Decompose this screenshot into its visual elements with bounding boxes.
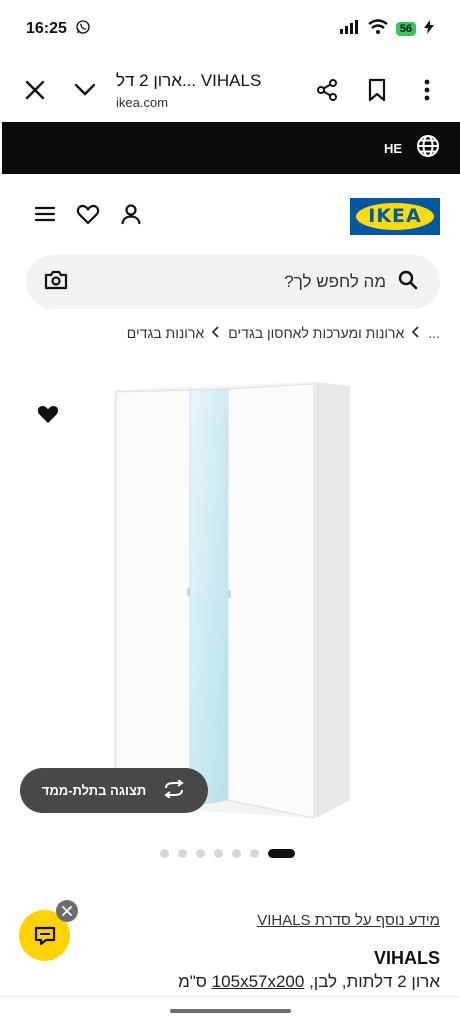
status-left: 16:25 <box>26 19 91 40</box>
wifi-icon <box>368 18 388 40</box>
status-bar: 16:25 56 <box>0 0 460 58</box>
search-icon <box>398 270 418 295</box>
chevron-left-icon <box>412 325 420 341</box>
status-right: 56 <box>339 18 434 40</box>
carousel-dot[interactable] <box>160 848 169 858</box>
left-door <box>115 389 191 807</box>
product-size-link[interactable]: 105x57x200 <box>212 972 305 991</box>
close-icon <box>25 80 45 100</box>
search-field[interactable]: מה לחפש לך? <box>284 270 418 295</box>
globe-icon[interactable] <box>416 134 440 163</box>
whatsapp-icon <box>75 19 91 40</box>
page-title: ארון 2 דל... VIHALS <box>116 70 262 90</box>
url-block[interactable]: ארון 2 דל... VIHALS ikea.com <box>110 71 302 110</box>
right-handle <box>228 590 231 598</box>
divider <box>0 996 460 997</box>
close-tab-button[interactable] <box>10 65 60 115</box>
view-3d-button[interactable]: תצוגה בתלת-ממד <box>20 768 208 813</box>
heart-filled-icon <box>37 406 59 423</box>
ikea-logo[interactable]: IKEA <box>350 197 440 235</box>
breadcrumb-item-storage[interactable]: ארונות ומערכות לאחסון בגדים <box>228 325 404 341</box>
carousel-dot-active[interactable] <box>268 848 295 858</box>
breadcrumb-item-wardrobes[interactable]: ארונות בגדים <box>127 325 204 341</box>
site-header: IKEA <box>0 190 460 242</box>
search-placeholder: מה לחפש לך? <box>284 272 386 291</box>
wardrobe-side <box>316 382 350 818</box>
url-host: ikea.com <box>116 94 169 110</box>
carousel-dot[interactable] <box>232 848 241 858</box>
carousel-dots <box>160 846 295 860</box>
home-indicator[interactable] <box>170 1009 291 1013</box>
chat-close-button[interactable] <box>56 900 78 922</box>
product-description: ארון 2 דלתות, לבן, 105x57x200 ס"מ <box>178 972 440 992</box>
chevron-left-icon <box>211 325 220 341</box>
header-icons <box>34 203 142 230</box>
carousel-dot[interactable] <box>250 848 259 858</box>
product-description-prefix: ארון 2 דלתות, לבן, <box>309 972 440 991</box>
bookmark-button[interactable] <box>352 65 402 115</box>
left-handle <box>187 588 190 596</box>
language-strip: HE <box>2 122 460 174</box>
favorites-button[interactable] <box>76 203 100 230</box>
carousel-dot[interactable] <box>178 848 187 858</box>
share-button[interactable] <box>302 65 352 115</box>
view-3d-label: תצוגה בתלת-ממד <box>41 783 147 798</box>
series-info-link[interactable]: מידע נוסף על סדרת VIHALS <box>257 912 440 929</box>
menu-button[interactable] <box>34 205 56 228</box>
status-time: 16:25 <box>26 20 67 37</box>
carousel-dot[interactable] <box>214 848 223 858</box>
account-button[interactable] <box>120 203 142 230</box>
search-input[interactable]: מה לחפש לך? <box>26 255 440 309</box>
browser-toolbar: ארון 2 דל... VIHALS ikea.com <box>0 58 460 122</box>
add-to-favorites-button[interactable] <box>36 403 60 427</box>
camera-search-button[interactable] <box>44 269 68 296</box>
rotate-3d-icon <box>162 779 186 801</box>
product-size-unit: ס"מ <box>178 972 207 991</box>
battery-indicator: 56 <box>395 22 416 36</box>
more-options-button[interactable] <box>402 65 452 115</box>
collapse-button[interactable] <box>60 65 110 115</box>
breadcrumb-item-ellipsis[interactable]: ... <box>428 325 440 341</box>
logo-text: IKEA <box>368 205 422 227</box>
heart-outline-icon <box>76 204 100 224</box>
bookmark-icon <box>368 78 386 102</box>
product-name: VIHALS <box>373 948 440 968</box>
share-icon <box>317 79 337 101</box>
mirror-panel <box>189 388 229 807</box>
user-icon <box>121 203 141 224</box>
camera-icon <box>44 270 68 289</box>
charging-bolt-icon <box>424 19 434 39</box>
close-icon <box>62 906 72 916</box>
chevron-down-icon <box>74 83 96 96</box>
language-code[interactable]: HE <box>384 141 402 156</box>
signal-icon <box>339 19 360 39</box>
more-vertical-icon <box>424 79 430 101</box>
breadcrumb: ... ארונות ומערכות לאחסון בגדים ארונות ב… <box>127 322 440 344</box>
hamburger-menu-icon <box>34 206 56 221</box>
chat-icon <box>34 926 55 945</box>
right-door <box>227 383 315 819</box>
carousel-dot[interactable] <box>196 848 205 858</box>
